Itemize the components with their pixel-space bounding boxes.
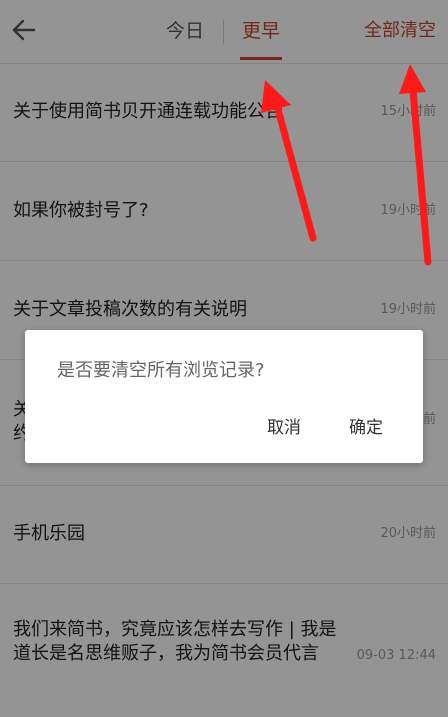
red-arrow-icon bbox=[399, 64, 432, 266]
annotation-arrows bbox=[261, 64, 432, 266]
red-arrow-icon bbox=[261, 80, 317, 242]
